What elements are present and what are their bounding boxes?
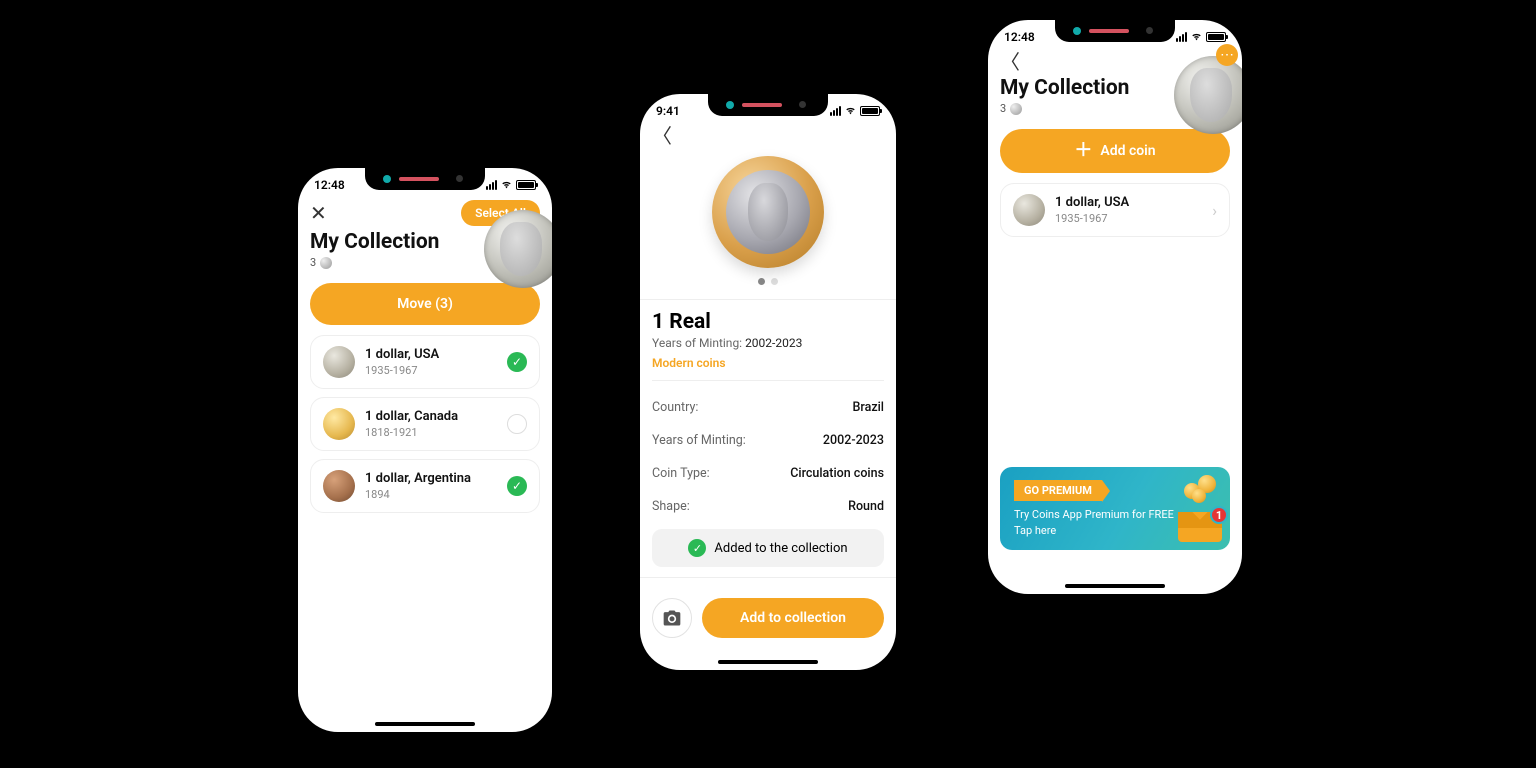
detail-value: Brazil — [853, 400, 885, 415]
item-title: 1 dollar, USA — [365, 347, 497, 362]
camera-icon — [662, 608, 682, 628]
status-time: 12:48 — [314, 178, 345, 192]
coin-thumb — [323, 346, 355, 378]
list-item[interactable]: 1 dollar, USA 1935-1967 ✓ — [310, 335, 540, 389]
back-icon[interactable]: 〈 — [1000, 52, 1020, 72]
wifi-icon — [844, 106, 857, 116]
device-notch — [708, 94, 828, 116]
phone-collection-home: 12:48 〈 ⋯ My Collection 3 ＋ Add coin 1 d… — [988, 20, 1242, 594]
detail-row: Country: Brazil — [640, 391, 896, 424]
premium-promo-card[interactable]: GO PREMIUM Try Coins App Premium for FRE… — [1000, 467, 1230, 550]
device-notch — [365, 168, 485, 190]
item-subtitle: 1935-1967 — [1055, 212, 1202, 225]
detail-value: 2002-2023 — [823, 433, 884, 448]
signal-icon — [830, 106, 841, 116]
promo-badge: GO PREMIUM — [1014, 480, 1102, 501]
promo-coins-illustration — [1180, 473, 1220, 503]
battery-icon — [516, 180, 536, 190]
detail-value: Circulation coins — [790, 466, 884, 481]
status-time: 12:48 — [1004, 30, 1035, 44]
coin-hero-image[interactable] — [712, 156, 824, 268]
list-item[interactable]: 1 dollar, Canada 1818-1921 — [310, 397, 540, 451]
detail-row: Years of Minting: 2002-2023 — [640, 424, 896, 457]
detail-row: Coin Type: Circulation coins — [640, 457, 896, 490]
coin-thumb — [323, 408, 355, 440]
checked-icon[interactable]: ✓ — [507, 476, 527, 496]
move-button[interactable]: Move (3) — [310, 283, 540, 325]
plus-icon: ＋ — [1074, 142, 1092, 160]
detail-value: Round — [848, 499, 884, 514]
carousel-dots[interactable] — [640, 278, 896, 285]
list-item[interactable]: 1 dollar, Argentina 1894 ✓ — [310, 459, 540, 513]
unchecked-icon[interactable] — [507, 414, 527, 434]
coin-mini-icon — [320, 257, 332, 269]
back-icon[interactable]: 〈 — [652, 126, 672, 146]
detail-key: Years of Minting: — [652, 433, 746, 448]
added-banner: ✓ Added to the collection — [652, 529, 884, 567]
phone-coin-detail: 9:41 〈 1 Real Years of Minting: 2002-202… — [640, 94, 896, 670]
coin-mini-icon — [1010, 103, 1022, 115]
item-title: 1 dollar, Canada — [365, 409, 497, 424]
chevron-right-icon: › — [1212, 201, 1217, 220]
checked-icon[interactable]: ✓ — [507, 352, 527, 372]
detail-row: Shape: Round — [640, 490, 896, 523]
home-indicator — [375, 722, 475, 726]
minting-line: Years of Minting: 2002-2023 — [640, 334, 896, 352]
battery-icon — [860, 106, 880, 116]
signal-icon — [1176, 32, 1187, 42]
detail-key: Shape: — [652, 499, 690, 514]
home-indicator — [718, 660, 818, 664]
item-subtitle: 1935-1967 — [365, 364, 497, 377]
home-indicator — [1065, 584, 1165, 588]
coin-title: 1 Real — [640, 310, 896, 334]
more-button[interactable]: ⋯ — [1216, 44, 1238, 66]
status-time: 9:41 — [656, 104, 680, 118]
wifi-icon — [500, 180, 513, 190]
coin-thumb — [323, 470, 355, 502]
add-coin-button[interactable]: ＋ Add coin — [1000, 129, 1230, 173]
header-coin-illustration — [1174, 56, 1242, 134]
detail-key: Coin Type: — [652, 466, 710, 481]
carousel-dot[interactable] — [771, 278, 778, 285]
notification-badge: 1 — [1210, 506, 1228, 524]
signal-icon — [486, 180, 497, 190]
check-icon: ✓ — [688, 539, 706, 557]
device-notch — [1055, 20, 1175, 42]
item-subtitle: 1894 — [365, 488, 497, 501]
wifi-icon — [1190, 32, 1203, 42]
list-item[interactable]: 1 dollar, USA 1935-1967 › — [1000, 183, 1230, 237]
header-coin-illustration — [484, 210, 552, 288]
carousel-dot[interactable] — [758, 278, 765, 285]
detail-key: Country: — [652, 400, 698, 415]
item-title: 1 dollar, USA — [1055, 195, 1202, 210]
camera-button[interactable] — [652, 598, 692, 638]
phone-collection-select: 12:48 ✕ Select All My Collection 3 Move … — [298, 168, 552, 732]
coin-thumb — [1013, 194, 1045, 226]
category-link[interactable]: Modern coins — [640, 352, 896, 370]
battery-icon — [1206, 32, 1226, 42]
add-to-collection-button[interactable]: Add to collection — [702, 598, 884, 638]
item-title: 1 dollar, Argentina — [365, 471, 497, 486]
close-icon[interactable]: ✕ — [310, 203, 327, 223]
item-subtitle: 1818-1921 — [365, 426, 497, 439]
